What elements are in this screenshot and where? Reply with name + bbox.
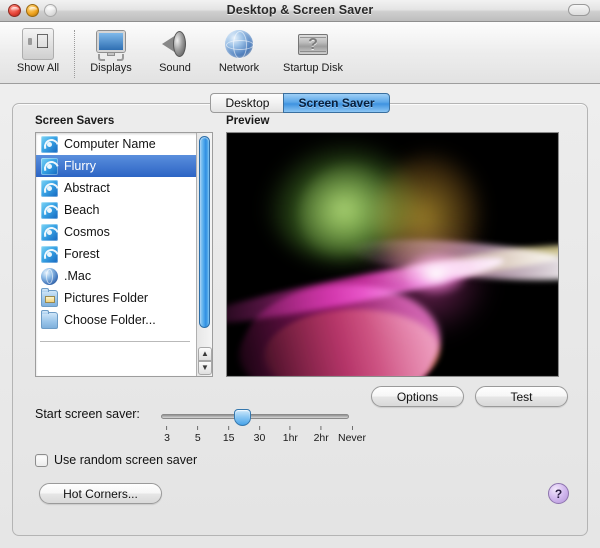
- start-screen-saver-slider[interactable]: [161, 409, 349, 426]
- slider-tick: 30: [253, 426, 266, 444]
- slider-tick-label: 30: [253, 432, 266, 444]
- help-button[interactable]: ?: [548, 483, 569, 504]
- tab-desktop[interactable]: Desktop: [210, 93, 284, 113]
- list-item-label: Cosmos: [64, 225, 110, 239]
- list-item[interactable]: Beach: [36, 199, 196, 221]
- slider-tick: 5: [195, 426, 201, 444]
- slider-tick-label: 5: [194, 432, 201, 444]
- toolbar-separator: [74, 30, 75, 78]
- test-button[interactable]: Test: [475, 386, 568, 407]
- title-bar: Desktop & Screen Saver: [0, 0, 600, 22]
- screen-savers-list[interactable]: Computer Name Flurry Abstract Beach Cosmos Fo…: [35, 132, 213, 377]
- slider-tick-mark: [320, 426, 322, 430]
- list-item-label: Flurry: [64, 159, 96, 173]
- slider-ticks: 3 5 15 30 1hr 2hr Never: [161, 426, 366, 450]
- slider-tick-label: 3: [164, 432, 170, 444]
- slider-tick-mark: [166, 426, 168, 430]
- toolbar-item-show-all[interactable]:  Show All: [6, 26, 70, 74]
- list-item[interactable]: Pictures Folder: [36, 287, 196, 309]
- use-random-screen-saver-label: Use random screen saver: [54, 453, 198, 467]
- folder-icon: [41, 309, 58, 329]
- slider-tick-mark: [259, 426, 260, 430]
- pictures-folder-icon: [41, 287, 58, 307]
- list-item[interactable]: Forest: [36, 243, 196, 265]
- sound-icon: [159, 28, 191, 60]
- show-all-icon: : [22, 28, 54, 60]
- list-item[interactable]: Flurry: [36, 155, 196, 177]
- screensaver-icon: [41, 223, 58, 241]
- screensaver-icon: [41, 179, 58, 197]
- slider-tick: 2hr: [314, 426, 329, 444]
- tab-screen-saver[interactable]: Screen Saver: [283, 93, 390, 113]
- tab-bar: Desktop Screen Saver: [0, 93, 600, 113]
- slider-tick-label: 2hr: [313, 432, 329, 444]
- slider-thumb[interactable]: [234, 409, 251, 426]
- toolbar-item-label: Displays: [90, 62, 132, 74]
- list-item-label: .Mac: [64, 269, 92, 283]
- toolbar-item-label: Startup Disk: [283, 62, 343, 74]
- use-random-screen-saver-checkbox[interactable]: [35, 453, 48, 467]
- toolbar-item-label: Sound: [159, 62, 191, 74]
- toolbar-toggle-button[interactable]: [568, 4, 590, 16]
- toolbar-item-startup-disk[interactable]: ? Startup Disk: [271, 26, 355, 74]
- toolbar:  Show All Displays Sound Network: [0, 22, 600, 84]
- window-title: Desktop & Screen Saver: [226, 3, 374, 17]
- startup-disk-icon: ?: [297, 28, 329, 60]
- list-item[interactable]: .Mac: [36, 265, 196, 287]
- slider-tick: 3: [164, 426, 170, 444]
- toolbar-item-label: Show All: [16, 62, 60, 74]
- screensaver-icon: [41, 135, 58, 153]
- list-scrollbar[interactable]: ▲ ▼: [196, 133, 212, 376]
- slider-tick-label: 1hr: [282, 432, 298, 444]
- list-item-label: Beach: [64, 203, 100, 217]
- preview-label: Preview: [226, 115, 270, 127]
- slider-tick-mark: [197, 426, 199, 430]
- network-globe-icon: [223, 28, 255, 60]
- slider-tick-mark: [351, 426, 353, 430]
- start-screen-saver-label: Start screen saver:: [35, 407, 140, 421]
- screensaver-icon: [41, 245, 58, 263]
- slider-tick-mark: [289, 426, 291, 430]
- slider-tick-mark: [228, 426, 230, 430]
- list-item[interactable]: Abstract: [36, 177, 196, 199]
- scroll-up-arrow-icon[interactable]: ▲: [198, 347, 212, 361]
- options-button[interactable]: Options: [371, 386, 464, 407]
- use-random-screen-saver-row[interactable]: Use random screen saver: [35, 453, 197, 467]
- screensaver-preview: [226, 132, 559, 377]
- list-divider: [40, 341, 190, 342]
- slider-tick: 15: [223, 426, 235, 444]
- displays-icon: [95, 28, 127, 61]
- scroll-down-arrow-icon[interactable]: ▼: [198, 361, 212, 375]
- content-panel: Screen Savers Preview Computer Name Flurr…: [12, 103, 588, 536]
- list-item[interactable]: Cosmos: [36, 221, 196, 243]
- toolbar-item-sound[interactable]: Sound: [143, 26, 207, 74]
- list-item[interactable]: Choose Folder...: [36, 309, 196, 331]
- screen-savers-label: Screen Savers: [35, 115, 115, 127]
- slider-tick-label: Never: [337, 432, 367, 444]
- system-preferences-window: Desktop & Screen Saver  Show All Displa…: [0, 0, 600, 548]
- list-item-label: Choose Folder...: [64, 313, 156, 327]
- slider-tick-label: 15: [222, 432, 235, 444]
- toolbar-item-network[interactable]: Network: [207, 26, 271, 74]
- list-item[interactable]: Computer Name: [36, 133, 196, 155]
- list-item-label: Computer Name: [64, 137, 156, 151]
- list-item-label: Abstract: [64, 181, 110, 195]
- preferences-body: Desktop Screen Saver Screen Savers Previ…: [0, 84, 600, 548]
- slider-track[interactable]: [161, 414, 349, 419]
- slider-tick: Never: [338, 426, 366, 444]
- screensaver-icon: [41, 201, 58, 219]
- slider-tick: 1hr: [283, 426, 298, 444]
- toolbar-item-label: Network: [218, 62, 260, 74]
- hot-corners-button[interactable]: Hot Corners...: [39, 483, 162, 504]
- dotmac-globe-icon: [41, 267, 58, 285]
- screensaver-icon: [41, 157, 58, 175]
- list-item-label: Pictures Folder: [64, 291, 149, 305]
- toolbar-item-displays[interactable]: Displays: [79, 26, 143, 74]
- scrollbar-thumb[interactable]: [199, 136, 210, 328]
- list-item-label: Forest: [64, 247, 100, 261]
